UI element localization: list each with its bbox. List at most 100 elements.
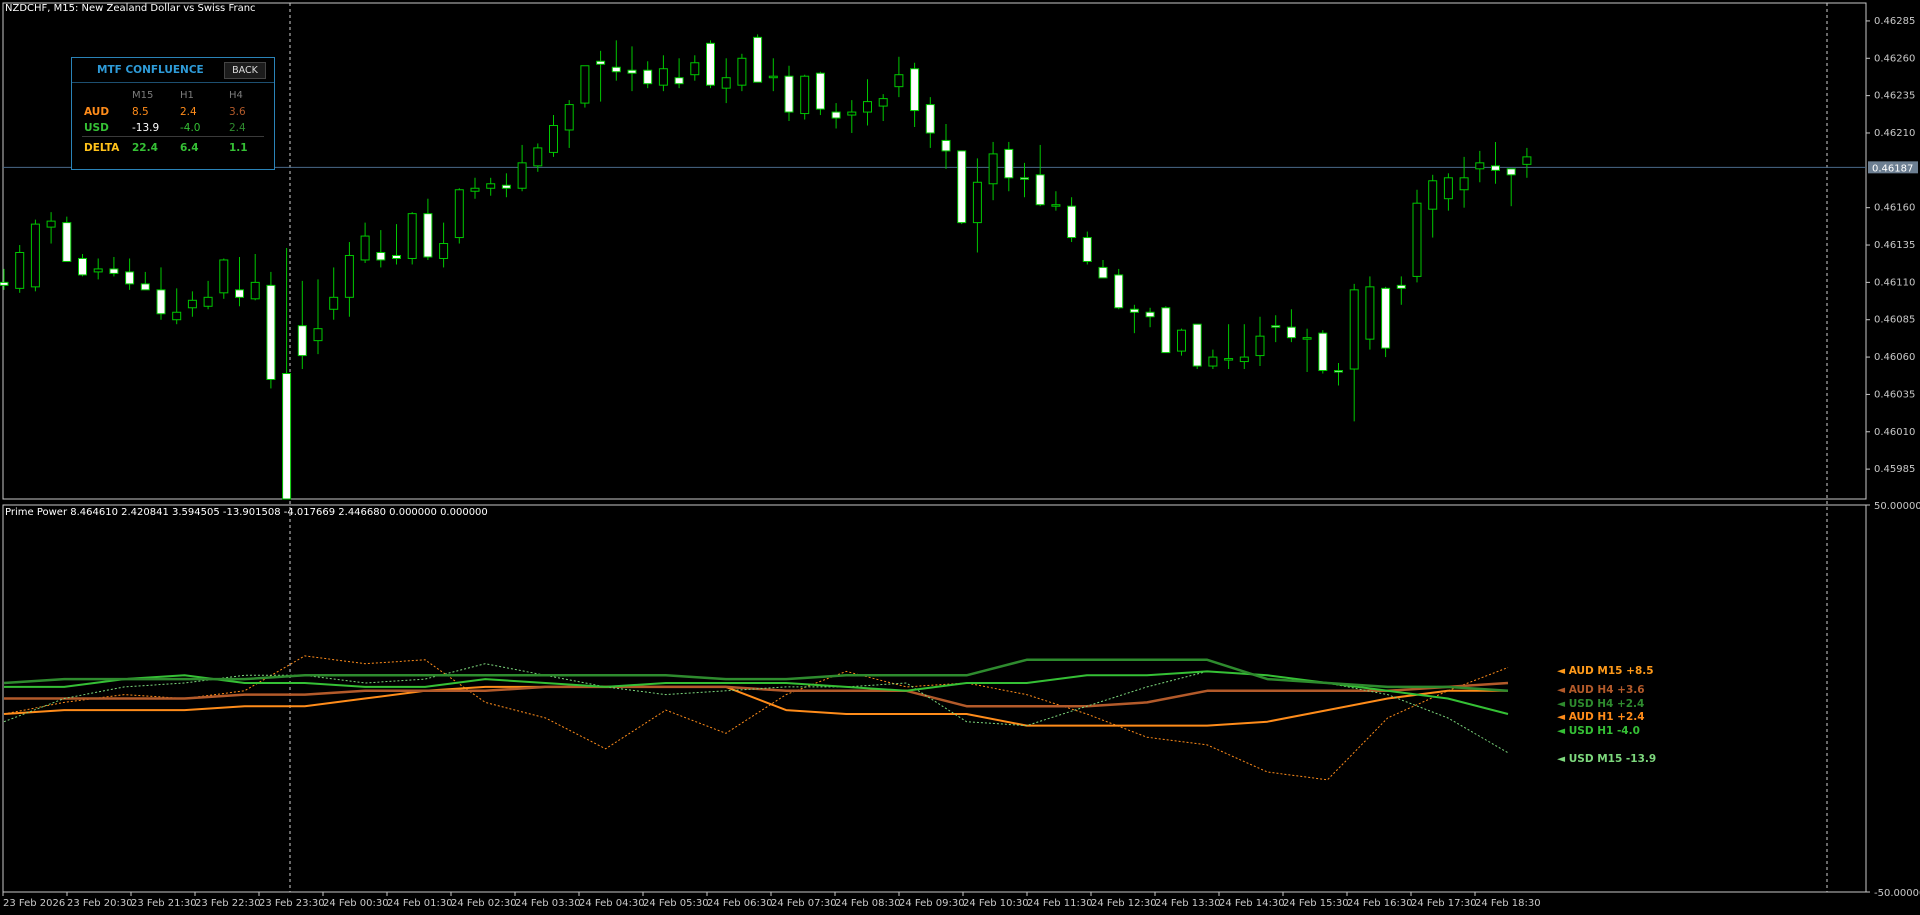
delta-h1-value: 6.4 [180, 142, 199, 154]
aud-h1-line [3, 685, 1508, 727]
candle [454, 188, 464, 244]
candle [282, 248, 292, 500]
price-tick-label: 0.46135 [1874, 240, 1915, 251]
candle-body-bull [1255, 335, 1265, 357]
candle-body-bear [1004, 148, 1014, 179]
back-button[interactable]: BACK [224, 62, 266, 79]
candle-body-bear [1145, 311, 1155, 318]
delta-h4-value: 1.1 [229, 142, 248, 154]
price-tick-label: 0.45985 [1874, 464, 1915, 475]
candle-body-bear [282, 373, 292, 500]
candle-body-bull [564, 104, 574, 131]
aud-h1-value: 2.4 [180, 106, 197, 118]
candle [1020, 162, 1029, 198]
time-tick-label: 24 Feb 11:30 [1027, 898, 1093, 909]
candle [219, 258, 229, 299]
usd-h4-value: 2.4 [229, 122, 246, 134]
candle [1161, 306, 1171, 354]
time-tick-label: 24 Feb 03:30 [515, 898, 581, 909]
candle [423, 198, 433, 260]
mtf-panel-header: MTF CONFLUENCE BACK [72, 58, 274, 83]
label-aud-h1: ◄ AUD H1 +2.4 [1557, 711, 1645, 723]
candle-body-bull [847, 111, 857, 116]
candle-body-bear [1286, 326, 1296, 339]
candle [800, 74, 810, 120]
candle [329, 267, 339, 320]
price-chart[interactable]: 0.46285 0.46260 0.46235 0.46210 0.46160 0.461… [0, 0, 1920, 915]
candle-body-bull [1459, 177, 1469, 191]
candle-body-bull [658, 68, 668, 86]
candle-body-bull [313, 328, 323, 342]
candle [1177, 328, 1186, 356]
candle [1334, 363, 1343, 386]
candle [517, 144, 527, 192]
candle-body-bull [1302, 337, 1312, 340]
usd-h4-line [3, 658, 1509, 693]
candle-body-bull [580, 65, 590, 104]
candle [376, 230, 386, 268]
candle [1098, 259, 1108, 279]
price-tick-label: 0.46235 [1874, 91, 1915, 102]
candle-body-bear [0, 281, 9, 286]
candle [392, 224, 401, 265]
candle-body-bear [643, 69, 653, 85]
candle-body-bear [753, 36, 763, 83]
candle [706, 40, 715, 89]
candle-body-bear [1098, 266, 1108, 279]
time-tick-label: 24 Feb 00:30 [323, 898, 389, 909]
candle-body-bear [1067, 205, 1077, 239]
candle-body-bull [486, 183, 496, 189]
candle-body-bull [203, 296, 213, 307]
candle-body-bear [1129, 308, 1139, 313]
candle [30, 219, 40, 292]
candle [203, 280, 213, 310]
candle-body-bull [972, 181, 982, 224]
column-header-m15: M15 [132, 90, 154, 101]
price-tick-label: 0.46260 [1874, 53, 1915, 64]
time-tick-label: 23 Feb 23:30 [259, 898, 325, 909]
price-tick-label: 0.46210 [1874, 128, 1915, 139]
candle-body-bull [46, 220, 56, 228]
candle [344, 242, 354, 317]
candle [1349, 283, 1359, 422]
usd-m15-value: -13.9 [132, 122, 160, 134]
candle [611, 40, 621, 81]
candle [847, 100, 857, 133]
candle [737, 53, 747, 92]
candle [1035, 144, 1045, 207]
candle [1475, 150, 1485, 183]
row-label-aud: AUD [84, 106, 110, 118]
candle [1239, 324, 1249, 370]
time-tick-label: 24 Feb 12:30 [1091, 898, 1157, 909]
candle-body-bull [344, 254, 354, 298]
candle [156, 267, 166, 320]
candle-body-bull [1208, 356, 1218, 367]
candle-body-bear [156, 289, 166, 315]
candle-body-bull [800, 75, 810, 115]
candle [140, 271, 150, 291]
candle-body-bear [831, 111, 841, 119]
label-usd-h4: ◄ USD H4 +2.4 [1557, 698, 1645, 710]
time-tick-label: 24 Feb 02:30 [451, 898, 517, 909]
candle-body-bear [1318, 332, 1328, 372]
candle [266, 271, 276, 389]
candle-body-bull [172, 311, 182, 321]
candle-body-bear [1192, 323, 1202, 367]
candle-body-bull [1177, 329, 1186, 352]
candle [1302, 328, 1312, 373]
candle [1067, 197, 1077, 243]
candle-body-bull [329, 296, 339, 310]
candle [486, 177, 496, 196]
candle-body-bear [62, 222, 72, 262]
label-usd-h1: ◄ USD H1 -4.0 [1557, 725, 1640, 737]
time-tick-label: 23 Feb 21:30 [131, 898, 197, 909]
candle-body-bear [266, 284, 276, 380]
candle [1491, 141, 1500, 184]
label-aud-m15: ◄ AUD M15 +8.5 [1557, 665, 1654, 677]
candle [297, 280, 307, 370]
candle [1271, 315, 1281, 343]
time-tick-label: 24 Feb 13:30 [1155, 898, 1221, 909]
candle [643, 61, 653, 89]
candle [501, 173, 511, 198]
candle-body-bull [533, 147, 543, 167]
